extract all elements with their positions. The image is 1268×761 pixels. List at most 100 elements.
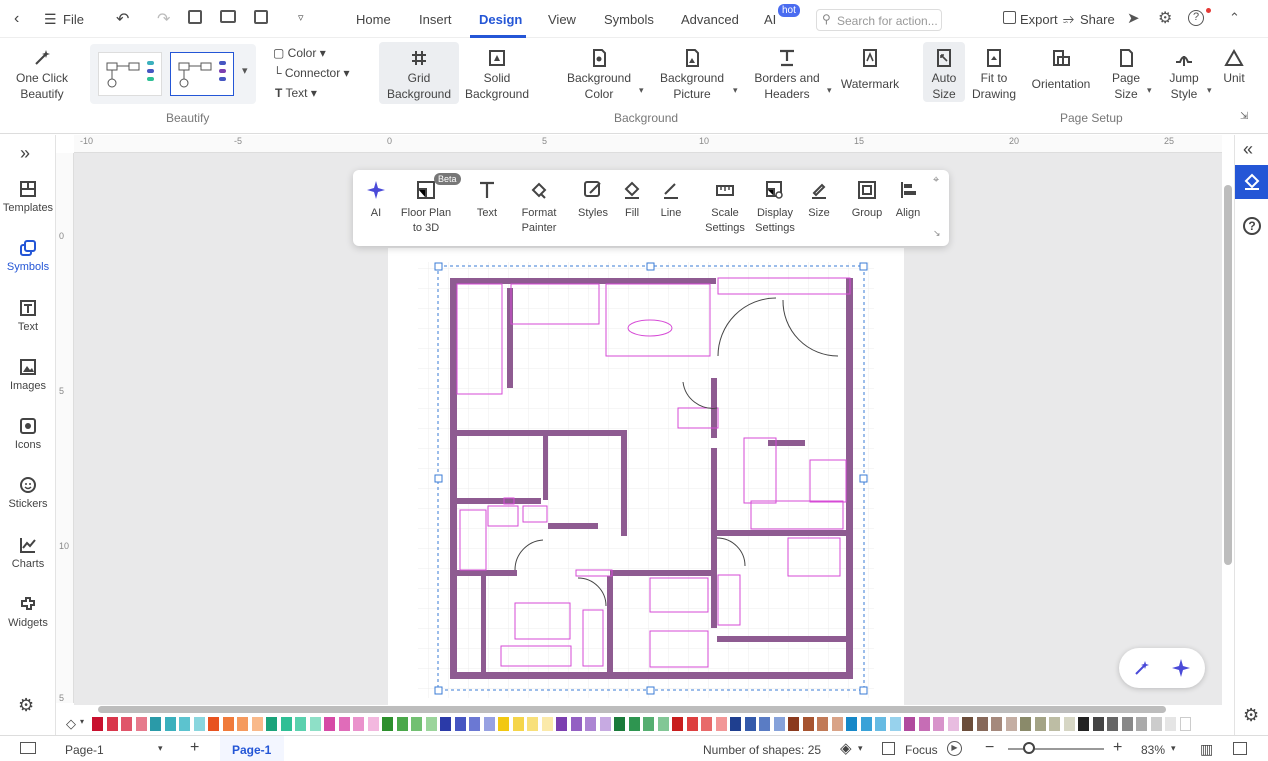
color-swatch[interactable]	[1020, 717, 1031, 731]
color-swatch[interactable]	[135, 717, 147, 731]
settings-icon[interactable]: ⚙	[1158, 8, 1172, 28]
help-icon[interactable]: ?	[1188, 10, 1204, 26]
color-swatch[interactable]	[1034, 717, 1046, 731]
beautify-style-2[interactable]	[170, 52, 234, 96]
export-file-icon[interactable]	[254, 10, 268, 24]
color-swatch[interactable]	[715, 717, 727, 731]
menu-icon[interactable]: ☰	[44, 11, 57, 28]
align-button[interactable]: Align	[891, 180, 925, 221]
sidebar-item-text[interactable]: Text	[0, 299, 56, 333]
color-swatch[interactable]	[686, 717, 698, 731]
connector-dropdown[interactable]: └ Connector ▾	[273, 66, 350, 80]
page-size-button[interactable]: Page Size	[1106, 48, 1146, 102]
color-swatch[interactable]	[338, 717, 350, 731]
help-panel-icon[interactable]: ?	[1243, 217, 1261, 235]
fit-window-icon[interactable]	[1233, 742, 1247, 755]
watermark-button[interactable]: Watermark	[836, 48, 904, 92]
color-swatch[interactable]	[469, 717, 480, 731]
page-selector[interactable]: Page-1	[65, 743, 104, 757]
fill-tool-icon[interactable]: ◇	[66, 716, 76, 732]
quick-access-more-icon[interactable]: ▿	[298, 11, 304, 24]
pin-icon[interactable]: ⌖	[933, 174, 939, 187]
ai-beautify-icon[interactable]	[1133, 659, 1151, 677]
fill-button[interactable]: Fill	[617, 180, 647, 221]
zoom-slider-thumb[interactable]	[1023, 742, 1035, 754]
color-swatch[interactable]	[1092, 717, 1104, 731]
save-icon[interactable]	[188, 10, 202, 24]
color-swatch[interactable]	[324, 717, 335, 731]
layers-dropdown-icon[interactable]: ▾	[858, 743, 863, 754]
color-swatch[interactable]	[1049, 717, 1060, 731]
color-swatch[interactable]	[730, 717, 741, 731]
color-swatch[interactable]	[1107, 717, 1118, 731]
page-size-dropdown-icon[interactable]: ▾	[1147, 85, 1152, 96]
play-icon[interactable]: ▶	[947, 741, 962, 756]
fit-to-drawing-button[interactable]: Fit to Drawing	[970, 48, 1018, 102]
add-page-icon[interactable]: +	[190, 739, 199, 757]
color-swatch[interactable]	[860, 717, 872, 731]
solid-background-button[interactable]: Solid Background	[462, 48, 532, 102]
color-swatch[interactable]	[1136, 717, 1147, 731]
color-swatch[interactable]	[788, 717, 799, 731]
color-swatch[interactable]	[411, 717, 422, 731]
color-dropdown[interactable]: ▢ Color ▾	[273, 46, 326, 60]
format-painter-button[interactable]: Format Painter	[515, 180, 563, 236]
color-swatch[interactable]	[266, 717, 277, 731]
color-swatch[interactable]	[1179, 717, 1191, 731]
color-swatch[interactable]	[164, 717, 176, 731]
color-swatch[interactable]	[425, 717, 437, 731]
tab-advanced[interactable]: Advanced	[681, 12, 739, 27]
page-view-icon[interactable]	[20, 742, 36, 754]
color-swatch[interactable]	[889, 717, 901, 731]
layers-icon[interactable]: ◈	[840, 739, 852, 757]
color-swatch[interactable]	[222, 717, 234, 731]
color-swatch[interactable]	[1121, 717, 1133, 731]
color-swatch[interactable]	[1150, 717, 1162, 731]
color-swatch[interactable]	[280, 717, 292, 731]
color-swatch[interactable]	[672, 717, 683, 731]
color-swatch[interactable]	[382, 717, 393, 731]
floor-plan[interactable]	[388, 248, 904, 705]
vertical-scrollbar[interactable]	[1224, 185, 1232, 565]
collapse-ribbon-icon[interactable]: ⌃	[1229, 10, 1240, 26]
jump-style-dropdown-icon[interactable]: ▾	[1207, 85, 1212, 96]
tab-design[interactable]: Design	[479, 12, 522, 27]
color-swatch[interactable]	[614, 717, 625, 731]
color-swatch[interactable]	[1063, 717, 1075, 731]
focus-button[interactable]: Focus	[905, 743, 938, 757]
color-swatch[interactable]	[846, 717, 857, 731]
color-swatch[interactable]	[498, 717, 509, 731]
color-swatch[interactable]	[92, 717, 103, 731]
floor-plan-to-3d-button[interactable]: Floor Plan to 3D	[397, 180, 455, 236]
scale-settings-button[interactable]: Scale Settings	[705, 180, 745, 236]
sidebar-item-charts[interactable]: Charts	[0, 536, 56, 570]
color-swatch[interactable]	[933, 717, 944, 731]
page-selector-dropdown-icon[interactable]: ▾	[158, 743, 163, 754]
color-swatch[interactable]	[440, 717, 451, 731]
color-swatch[interactable]	[295, 717, 306, 731]
unit-button[interactable]: Unit	[1218, 48, 1250, 86]
settings-gear-icon[interactable]: ⚙	[18, 695, 34, 716]
format-panel-tab[interactable]	[1235, 165, 1268, 199]
sidebar-item-widgets[interactable]: Widgets	[0, 595, 56, 629]
color-swatch[interactable]	[991, 717, 1002, 731]
color-swatch[interactable]	[106, 717, 118, 731]
tab-home[interactable]: Home	[356, 12, 391, 27]
share-button[interactable]: Share	[1080, 12, 1115, 27]
export-button[interactable]: Export	[1020, 12, 1058, 27]
display-settings-button[interactable]: Display Settings	[753, 180, 797, 236]
group-button[interactable]: Group	[849, 180, 885, 221]
color-swatch[interactable]	[1005, 717, 1017, 731]
file-menu[interactable]: File	[63, 12, 84, 27]
page-tab[interactable]: Page-1	[232, 743, 271, 757]
color-swatch[interactable]	[150, 717, 161, 731]
color-swatch[interactable]	[179, 717, 190, 731]
color-swatch[interactable]	[802, 717, 814, 731]
one-click-beautify-button[interactable]: One Click Beautify	[10, 48, 74, 102]
undo-icon[interactable]: ↶	[116, 9, 129, 29]
color-swatch[interactable]	[875, 717, 886, 731]
color-swatch[interactable]	[962, 717, 973, 731]
text-button[interactable]: Text	[471, 180, 503, 221]
resize-corner-icon[interactable]: ↘	[933, 228, 941, 239]
background-color-button[interactable]: Background Color	[560, 48, 638, 102]
